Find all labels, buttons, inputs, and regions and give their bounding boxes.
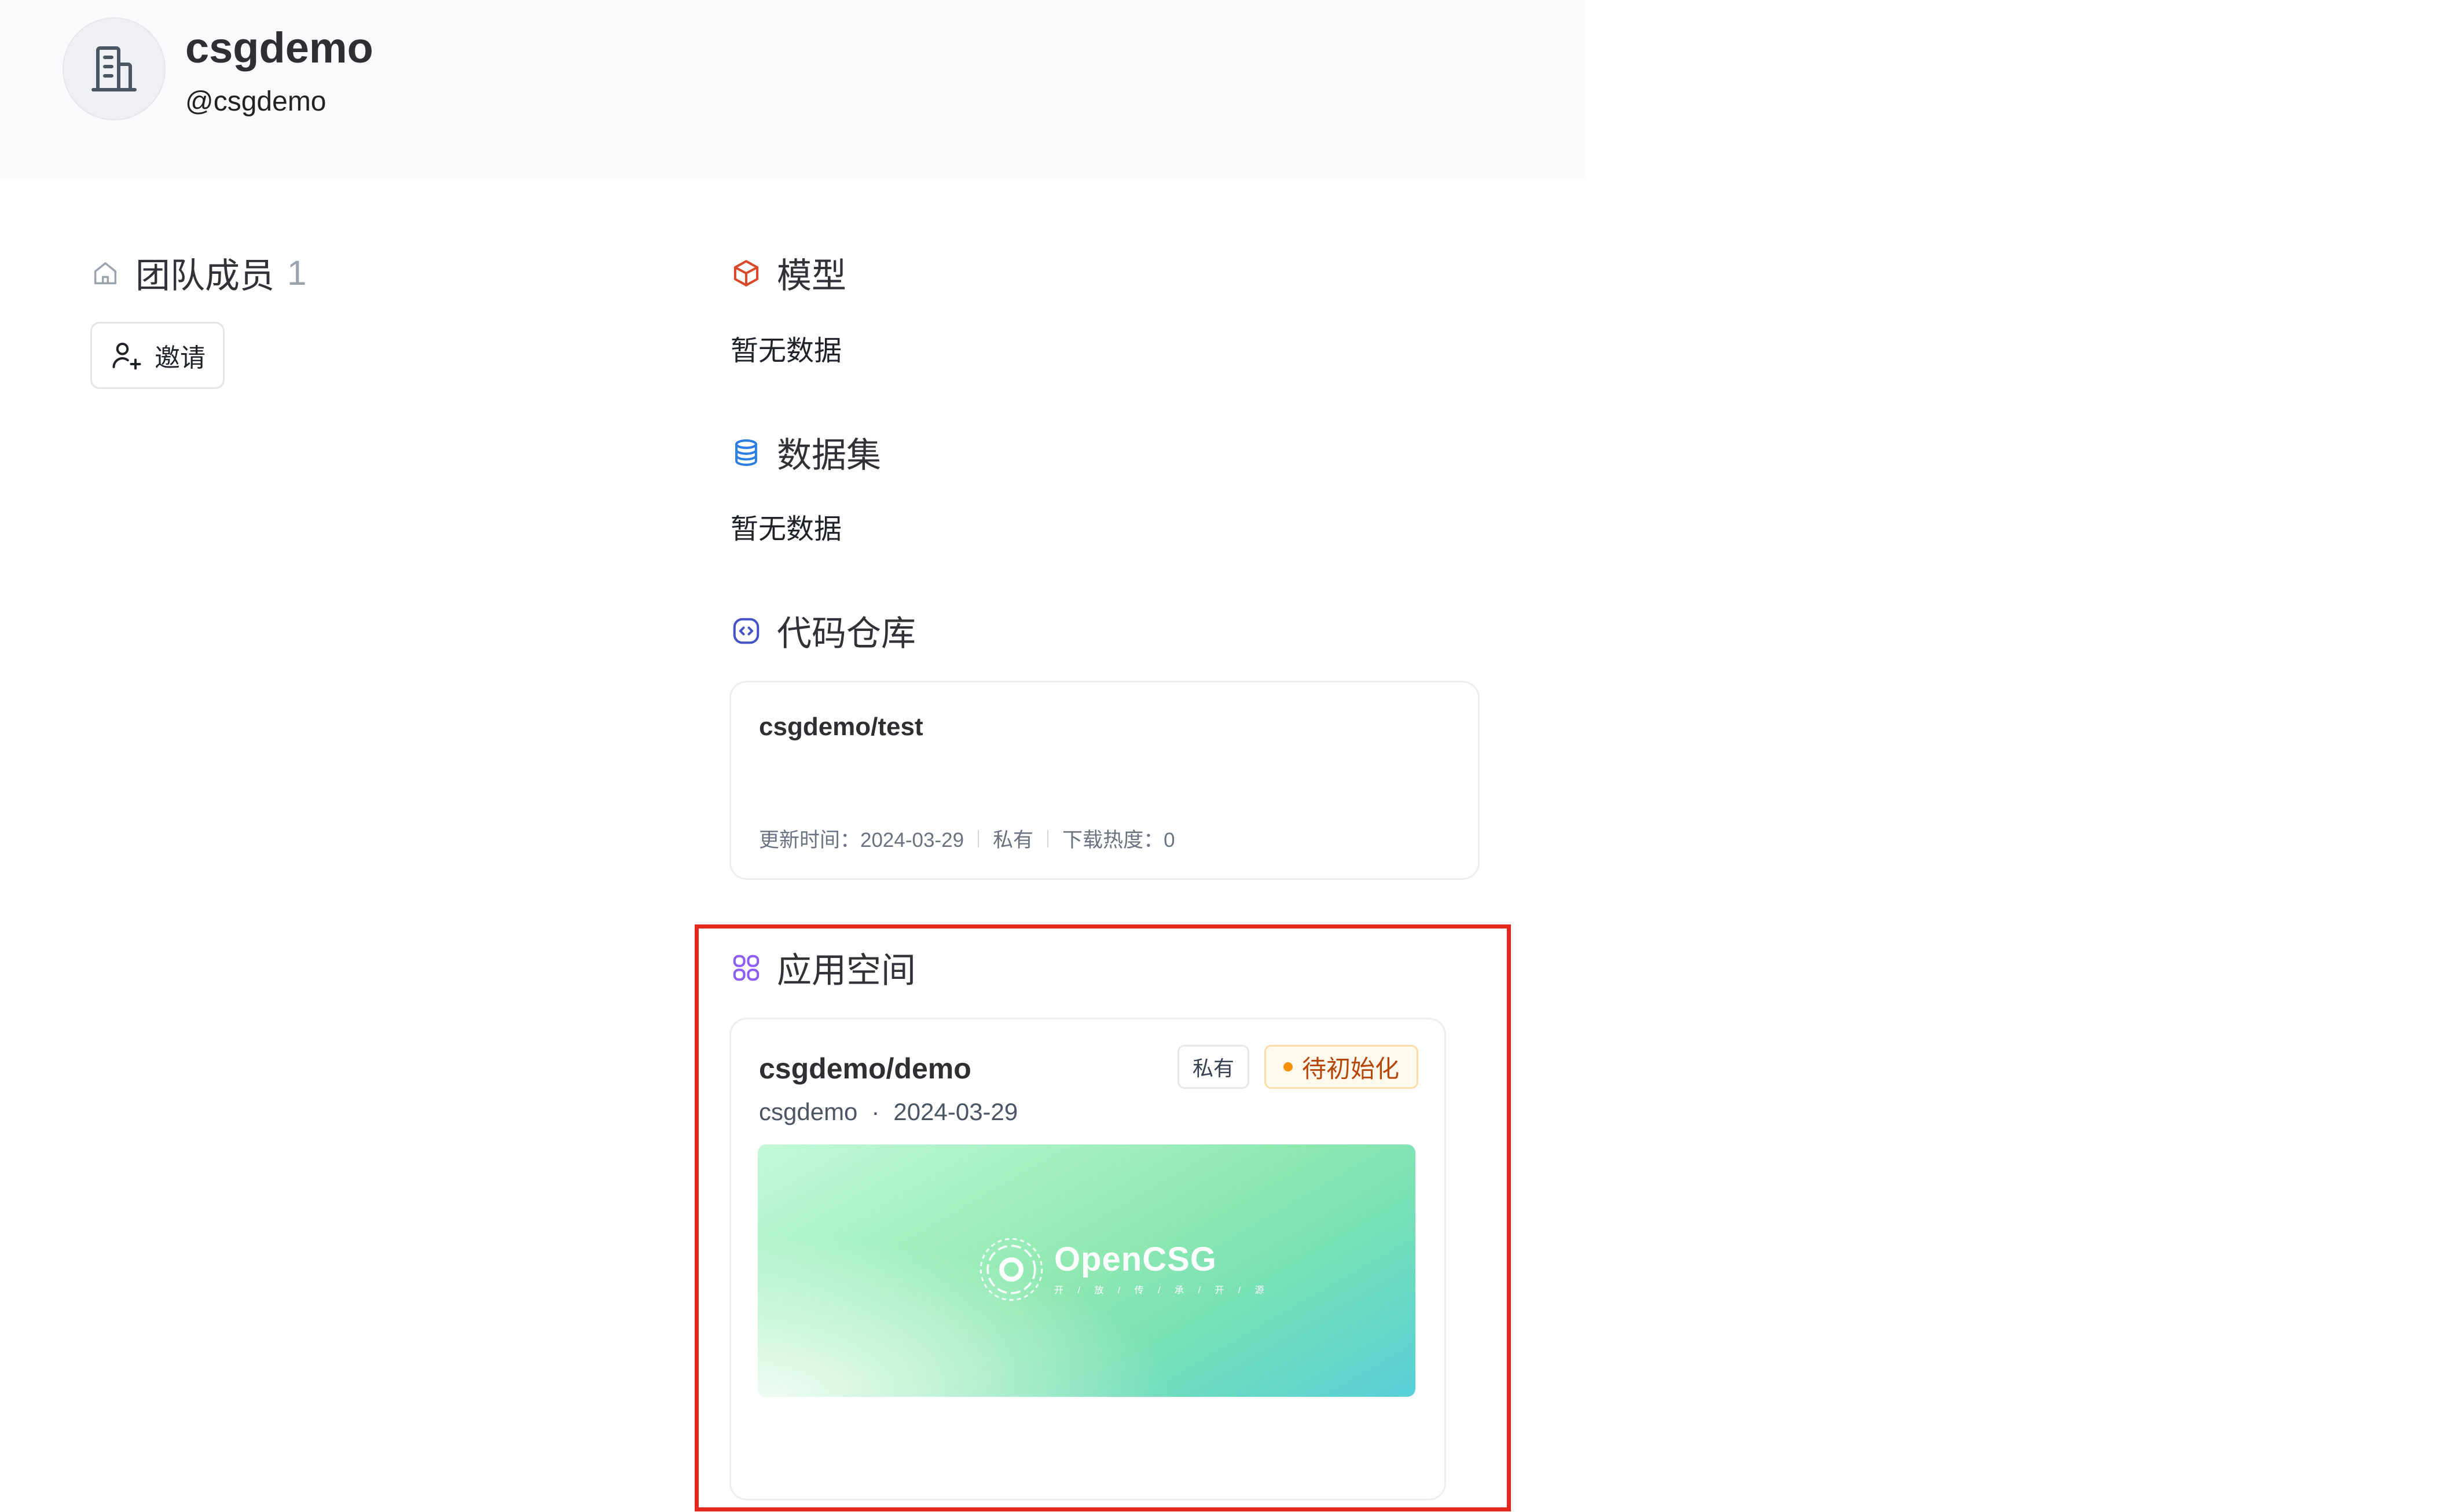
models-empty: 暂无数据 [731, 336, 842, 366]
org-avatar [63, 17, 166, 120]
datasets-empty: 暂无数据 [731, 514, 842, 545]
code-title: 代码仓库 [777, 614, 916, 653]
code-section-title: 代码仓库 [731, 605, 916, 656]
code-icon [733, 618, 760, 644]
datasets-title: 数据集 [777, 436, 881, 475]
invite-label: 邀请 [155, 344, 206, 372]
repo-card[interactable]: csgdemo/test 更新时间：2024-03-29 私有 下载热度：0 [729, 681, 1480, 880]
cube-icon [733, 259, 759, 287]
members-count: 1 [287, 254, 307, 292]
repo-visibility: 私有 [993, 829, 1034, 852]
meta-divider [1047, 830, 1049, 847]
meta-divider [978, 830, 979, 847]
user-plus-icon [112, 343, 141, 370]
repo-downloads: 下载热度：0 [1062, 829, 1175, 852]
database-icon [735, 439, 757, 466]
invite-button[interactable]: 邀请 [90, 322, 225, 389]
home-icon [94, 262, 117, 284]
org-handle: @csgdemo [185, 86, 326, 117]
repo-name[interactable]: csgdemo/test [759, 713, 923, 742]
members-title: 团队成员 [135, 256, 274, 295]
models-title: 模型 [777, 256, 846, 295]
building-icon [91, 46, 137, 91]
highlight-box [695, 924, 1511, 1511]
members-section-title: 团队成员 1 [90, 248, 306, 298]
datasets-section-title: 数据集 [731, 427, 881, 478]
repo-meta: 更新时间：2024-03-29 私有 下载热度：0 [759, 824, 1175, 853]
org-name: csgdemo [185, 24, 373, 72]
repo-updated: 更新时间：2024-03-29 [759, 829, 964, 852]
models-section-title: 模型 [731, 248, 846, 298]
